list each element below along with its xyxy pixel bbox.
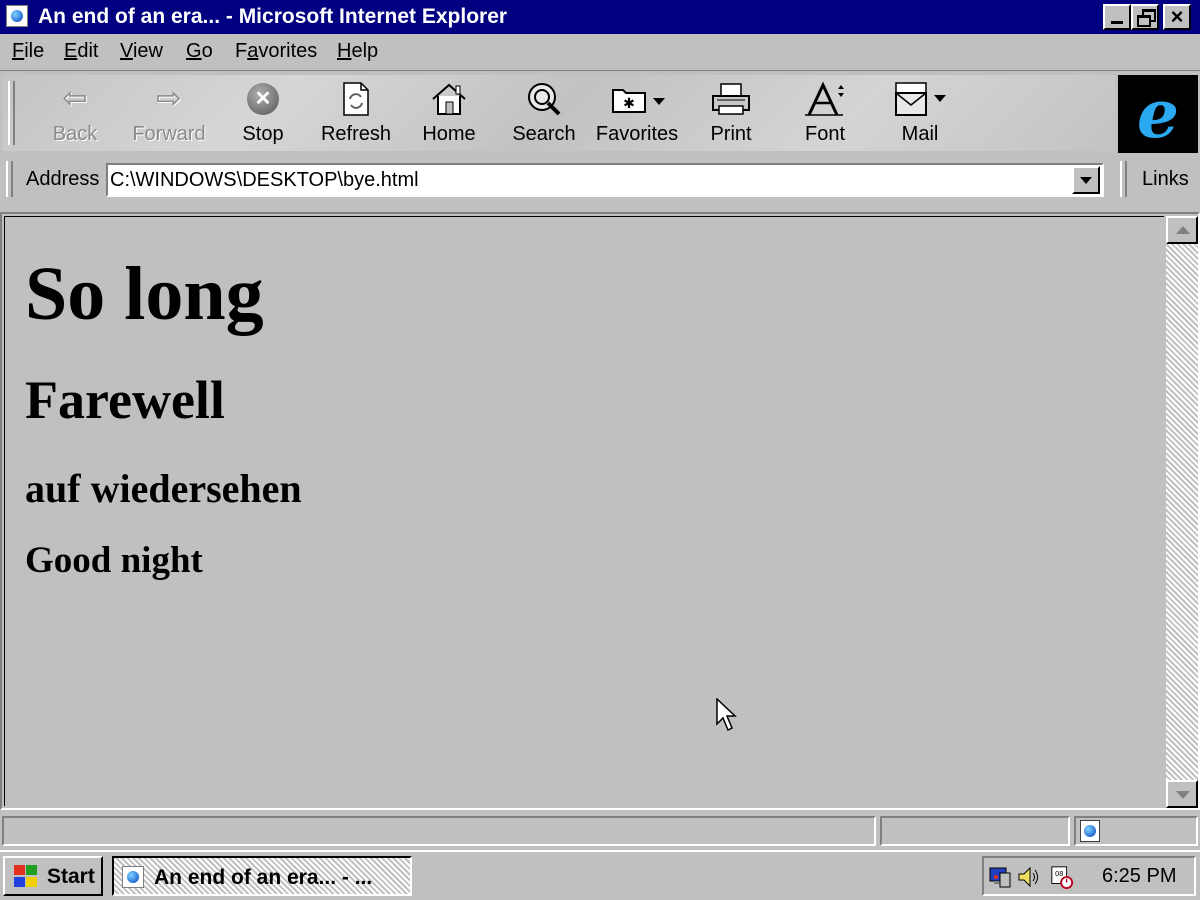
status-bar bbox=[0, 812, 1200, 850]
toolbar-area: ⇦ Back ⇨ Forward ✕ Stop Refresh Home Sea… bbox=[0, 70, 1200, 212]
printer-icon bbox=[688, 81, 774, 117]
stop-icon: ✕ bbox=[247, 83, 279, 115]
print-button[interactable]: Print bbox=[688, 75, 774, 151]
page-body: So long Farewell auf wiedersehen Good ni… bbox=[4, 216, 1164, 806]
links-grip[interactable] bbox=[1120, 161, 1127, 197]
close-button[interactable]: × bbox=[1163, 4, 1191, 30]
favorites-button[interactable]: ✱ Favorites bbox=[594, 75, 680, 151]
menu-favorites[interactable]: Favorites bbox=[235, 40, 317, 63]
start-button[interactable]: Start bbox=[3, 856, 103, 896]
menu-help[interactable]: Help bbox=[337, 40, 378, 63]
menu-go[interactable]: Go bbox=[186, 40, 213, 63]
mail-button[interactable]: Mail bbox=[877, 75, 963, 151]
window-title: An end of an era... - Microsoft Internet… bbox=[38, 5, 508, 28]
font-button[interactable]: Font bbox=[782, 75, 868, 151]
address-label: Address bbox=[26, 168, 100, 190]
refresh-button[interactable]: Refresh bbox=[313, 75, 399, 151]
back-arrow-icon: ⇦ bbox=[62, 82, 88, 115]
menu-bar: File Edit View Go Favorites Help bbox=[0, 34, 1200, 70]
menu-file[interactable]: File bbox=[12, 40, 44, 63]
address-grip[interactable] bbox=[6, 161, 13, 197]
restore-button[interactable] bbox=[1131, 4, 1159, 30]
mail-icon bbox=[877, 81, 963, 117]
address-bar: Address Links bbox=[0, 155, 1200, 199]
svg-text:08: 08 bbox=[1055, 869, 1063, 878]
scheduler-icon[interactable]: 08 bbox=[1050, 864, 1074, 890]
heading-3: auf wiedersehen bbox=[25, 466, 302, 511]
title-bar[interactable]: An end of an era... - Microsoft Internet… bbox=[0, 0, 1200, 34]
minimize-button[interactable] bbox=[1103, 4, 1131, 30]
forward-button[interactable]: ⇨ Forward bbox=[126, 75, 212, 151]
taskbar-clock[interactable]: 6:25 PM bbox=[1102, 865, 1176, 888]
internet-zone-icon bbox=[1080, 820, 1100, 842]
network-monitor-icon[interactable] bbox=[988, 864, 1012, 890]
ie-page-icon[interactable] bbox=[6, 5, 28, 27]
mouse-pointer-icon bbox=[716, 698, 737, 732]
status-progress-pane bbox=[880, 816, 1070, 846]
font-icon bbox=[782, 81, 868, 117]
address-field[interactable] bbox=[106, 163, 1104, 197]
content-frame: So long Farewell auf wiedersehen Good ni… bbox=[0, 212, 1200, 810]
windows-logo-icon bbox=[12, 864, 38, 888]
address-dropdown-button[interactable] bbox=[1072, 166, 1100, 194]
menu-view[interactable]: View bbox=[120, 40, 163, 63]
heading-2: Farewell bbox=[25, 370, 225, 430]
links-button[interactable]: Links bbox=[1142, 168, 1189, 191]
volume-speaker-icon[interactable] bbox=[1016, 864, 1040, 890]
heading-4: Good night bbox=[25, 540, 203, 581]
vertical-scrollbar[interactable] bbox=[1166, 216, 1198, 808]
scroll-up-button[interactable] bbox=[1166, 216, 1198, 244]
back-button[interactable]: ⇦ Back bbox=[32, 75, 118, 151]
close-icon: × bbox=[1170, 4, 1184, 29]
home-button[interactable]: Home bbox=[406, 75, 492, 151]
address-input[interactable] bbox=[110, 168, 1070, 192]
forward-arrow-icon: ⇨ bbox=[156, 82, 182, 115]
system-tray: 08 6:25 PM bbox=[982, 856, 1196, 896]
search-icon bbox=[501, 81, 587, 117]
svg-text:✱: ✱ bbox=[623, 95, 635, 111]
ie-page-icon bbox=[122, 866, 144, 888]
toolbar-grip[interactable] bbox=[8, 81, 15, 145]
taskbar-ie-window-button[interactable]: An end of an era... - ... bbox=[112, 856, 412, 896]
scroll-down-button[interactable] bbox=[1166, 780, 1198, 808]
standard-toolbar: ⇦ Back ⇨ Forward ✕ Stop Refresh Home Sea… bbox=[2, 75, 1115, 151]
status-text-pane bbox=[2, 816, 876, 846]
stop-button[interactable]: ✕ Stop bbox=[220, 75, 306, 151]
ie-logo-throbber: e bbox=[1118, 75, 1198, 153]
home-icon bbox=[406, 81, 492, 117]
menu-edit[interactable]: Edit bbox=[64, 40, 98, 63]
taskbar: Start An end of an era... - ... 08 6:25 … bbox=[0, 850, 1200, 900]
search-button[interactable]: Search bbox=[501, 75, 587, 151]
heading-1: So long bbox=[25, 252, 264, 336]
refresh-icon bbox=[313, 81, 399, 117]
favorites-icon: ✱ bbox=[594, 81, 680, 117]
